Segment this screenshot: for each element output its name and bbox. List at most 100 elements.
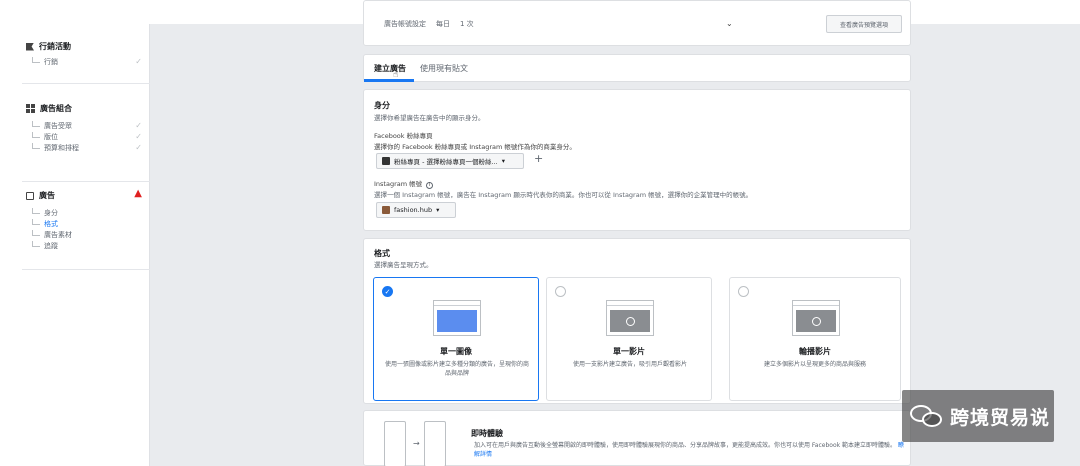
wechat-icon xyxy=(910,403,944,429)
check-icon: ✓ xyxy=(135,143,142,152)
sidebar-item-budget[interactable]: 預算和排程 xyxy=(32,143,79,153)
format-title: 格式 xyxy=(374,249,390,258)
sidebar-item-audience[interactable]: 廣告受眾 xyxy=(32,121,72,131)
selector-label: 廣告帳號設定 xyxy=(384,20,426,28)
navigation-sidebar: 行銷活動 行銷 ✓ 廣告組合 廣告受眾 ✓ 版位 ✓ 預算和排程 ✓ 廣告 ▲ … xyxy=(22,24,150,466)
chevron-down-icon: ▾ xyxy=(436,206,440,214)
option-description: 使用一支影片建立廣告，吸引用戶觀看影片 xyxy=(572,361,687,368)
instagram-account-select[interactable]: fashion.hub ▾ xyxy=(376,202,456,218)
sidebar-item-ad[interactable]: 廣告 xyxy=(26,190,55,201)
sidebar-ad-section: 廣告 ▲ 身分 格式 廣告素材 追蹤 xyxy=(22,184,150,270)
selected-check-icon[interactable]: ✓ xyxy=(382,286,393,297)
single-image-thumbnail xyxy=(433,300,481,336)
tab-use-existing-post[interactable]: 使用現有貼文 xyxy=(420,63,468,74)
tab-create-ad[interactable]: 建立廣告 xyxy=(374,63,406,74)
tree-connector xyxy=(32,208,40,214)
facebook-page-label: Facebook 粉絲專頁 xyxy=(374,132,433,140)
page-avatar xyxy=(382,157,390,165)
sidebar-ad-label: 廣告 xyxy=(39,191,55,200)
option-title: 輪播影片 xyxy=(799,347,831,356)
watermark-text: 跨境贸易说 xyxy=(950,406,1051,429)
instant-experience-title: 即時體驗 xyxy=(471,429,503,438)
mouse-cursor-icon: ☝ xyxy=(393,70,399,80)
top-settings-card: 廣告帳號設定 每日 1 次 ⌄ 查看廣告預覽選項 xyxy=(363,0,911,46)
tree-connector xyxy=(32,241,40,247)
check-icon: ✓ xyxy=(135,57,142,66)
instagram-account-label: Instagram 帳號 xyxy=(374,180,423,188)
option-description: 使用一張圖像或影片建立多種分類的廣告，呈現你的商品與品牌 xyxy=(384,361,529,377)
sidebar-item-label: 版位 xyxy=(44,133,58,141)
sidebar-item-label: 廣告素材 xyxy=(44,231,72,239)
format-option-single-image[interactable]: ✓ 單一圖像 使用一張圖像或影片建立多種分類的廣告，呈現你的商品與品牌 xyxy=(373,277,539,401)
selector-value: 每日 xyxy=(436,20,450,28)
watermark-overlay: 跨境贸易说 xyxy=(902,390,1054,442)
facebook-page-description: 選擇你的 Facebook 粉絲專頁或 Instagram 帳號作為你的商業身分… xyxy=(374,143,576,151)
sidebar-item-label: 廣告受眾 xyxy=(44,122,72,130)
campaign-flag-icon xyxy=(26,42,34,51)
play-icon xyxy=(626,317,635,326)
tree-connector xyxy=(32,121,40,127)
identity-subtitle: 選擇你希望廣告在廣告中的顯示身分。 xyxy=(374,114,485,122)
sidebar-item-creative[interactable]: 廣告素材 xyxy=(32,230,72,240)
tree-connector xyxy=(32,230,40,236)
preview-options-button[interactable]: 查看廣告預覽選項 xyxy=(826,15,902,33)
sidebar-item-placements[interactable]: 版位 xyxy=(32,132,58,142)
check-icon: ✓ xyxy=(135,121,142,130)
sidebar-campaign-section: 行銷活動 行銷 ✓ xyxy=(22,24,150,84)
sidebar-item-identity[interactable]: 身分 xyxy=(32,208,58,218)
sidebar-item-format[interactable]: 格式 xyxy=(32,219,58,229)
format-option-slideshow[interactable]: 輪播影片 建立多個影片以呈現更多的商品與服務 xyxy=(729,277,901,401)
sidebar-item-campaign[interactable]: 行銷活動 xyxy=(26,41,71,52)
identity-title: 身分 xyxy=(374,101,390,110)
instant-experience-description: 加入可在用戶與廣告互動後全螢幕開啟的即時體驗，使用即時體驗展現你的商品、分享品牌… xyxy=(474,441,904,459)
arrow-right-icon: → xyxy=(413,439,420,448)
option-title: 單一圖像 xyxy=(440,347,472,356)
sidebar-item-label: 追蹤 xyxy=(44,242,58,250)
format-card: 格式 選擇廣告呈現方式。 ✓ 單一圖像 使用一張圖像或影片建立多種分類的廣告，呈… xyxy=(363,238,911,404)
instagram-avatar xyxy=(382,206,390,214)
sidebar-campaign-label: 行銷活動 xyxy=(39,42,71,51)
instant-experience-illustration: → xyxy=(384,421,454,466)
sidebar-item-label: 格式 xyxy=(44,220,58,228)
format-option-single-video[interactable]: 單一影片 使用一支影片建立廣告，吸引用戶觀看影片 xyxy=(546,277,712,401)
tree-connector xyxy=(32,132,40,138)
adset-grid-icon xyxy=(26,104,35,113)
instant-experience-text: 加入可在用戶與廣告互動後全螢幕開啟的即時體驗，使用即時體驗展現你的商品、分享品牌… xyxy=(474,442,897,449)
slideshow-thumbnail xyxy=(792,300,840,336)
sidebar-item-tracking[interactable]: 追蹤 xyxy=(32,241,58,251)
tree-connector xyxy=(32,143,40,149)
sidebar-item-adset[interactable]: 廣告組合 xyxy=(26,103,72,114)
chevron-down-icon[interactable]: ⌄ xyxy=(726,19,733,28)
option-title: 單一影片 xyxy=(613,347,645,356)
instagram-account-description: 選擇一個 Instagram 帳號，廣告在 Instagram 顯示時代表你的商… xyxy=(374,191,753,199)
tree-connector xyxy=(32,219,40,225)
instant-experience-card: → 即時體驗 加入可在用戶與廣告互動後全螢幕開啟的即時體驗，使用即時體驗展現你的… xyxy=(363,410,911,466)
sidebar-item-label: 身分 xyxy=(44,209,58,217)
ad-square-icon xyxy=(26,191,34,200)
sidebar-adset-section: 廣告組合 廣告受眾 ✓ 版位 ✓ 預算和排程 ✓ xyxy=(22,86,150,182)
sidebar-item-label: 預算和排程 xyxy=(44,144,79,152)
instagram-account-value: fashion.hub xyxy=(394,206,433,214)
add-page-plus-icon[interactable]: + xyxy=(534,152,543,165)
selector-value-secondary: 1 次 xyxy=(460,20,474,28)
facebook-page-value: 粉絲專頁 - 選擇粉絲專頁一個粉絲... xyxy=(394,158,498,166)
option-description: 建立多個影片以呈現更多的商品與服務 xyxy=(763,361,866,368)
facebook-page-select[interactable]: 粉絲專頁 - 選擇粉絲專頁一個粉絲... ▾ xyxy=(376,153,524,169)
info-icon[interactable]: i xyxy=(426,182,434,189)
identity-card: 身分 選擇你希望廣告在廣告中的顯示身分。 Facebook 粉絲專頁 選擇你的 … xyxy=(363,89,911,231)
chevron-down-icon: ▾ xyxy=(501,157,505,165)
tree-connector xyxy=(32,57,40,63)
ad-tabs-card: 建立廣告 使用現有貼文 xyxy=(363,54,911,82)
format-subtitle: 選擇廣告呈現方式。 xyxy=(374,261,433,269)
sidebar-adset-label: 廣告組合 xyxy=(40,104,72,113)
radio-button[interactable] xyxy=(555,286,566,297)
sidebar-item-objective[interactable]: 行銷 xyxy=(32,57,58,67)
video-thumbnail xyxy=(606,300,654,336)
play-icon xyxy=(812,317,821,326)
left-background-strip xyxy=(0,24,22,466)
sidebar-item-label: 行銷 xyxy=(44,58,58,66)
top-selector[interactable]: 廣告帳號設定 每日 1 次 xyxy=(384,16,739,32)
check-icon: ✓ xyxy=(135,132,142,141)
warning-icon: ▲ xyxy=(134,188,142,199)
radio-button[interactable] xyxy=(738,286,749,297)
